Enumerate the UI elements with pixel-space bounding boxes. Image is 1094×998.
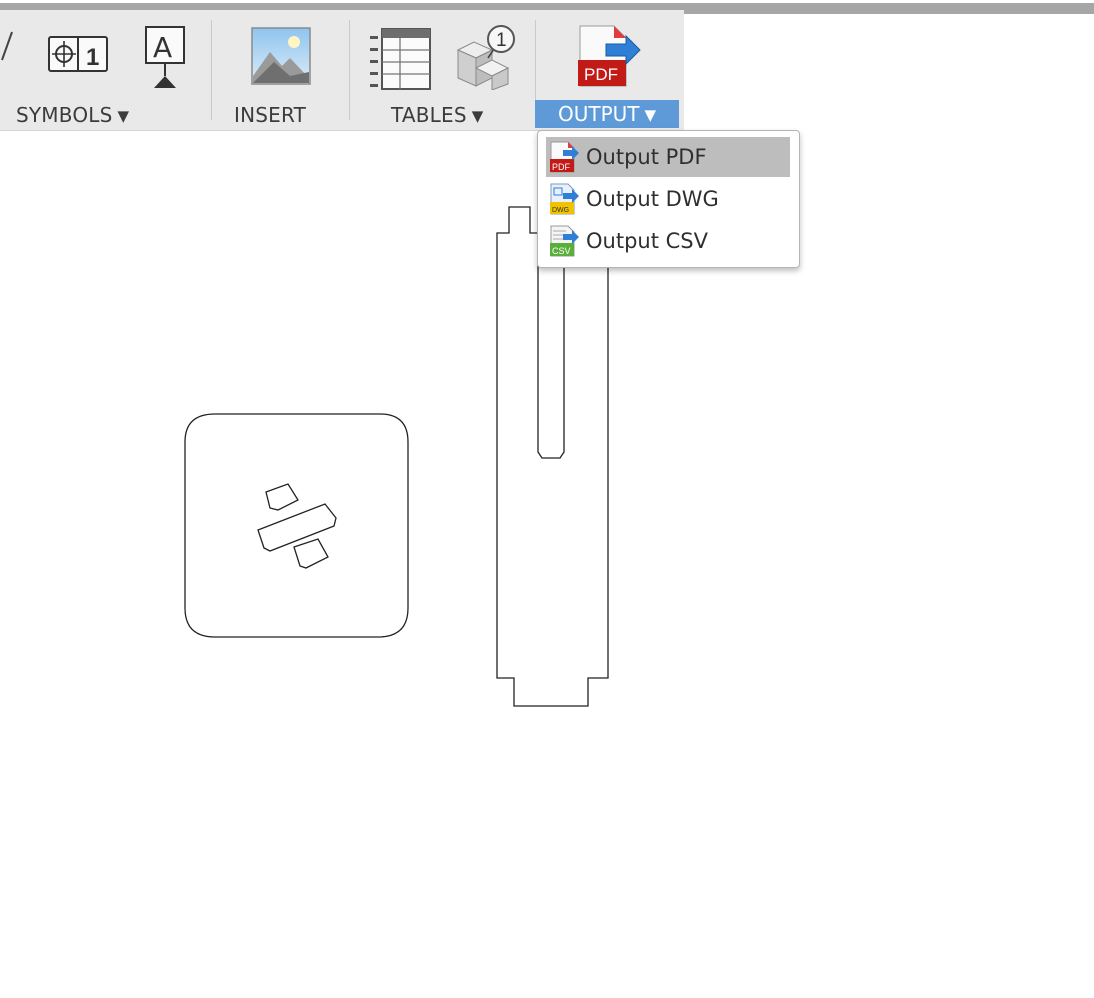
center-slot [257, 503, 337, 552]
menu-item-label: Output CSV [586, 229, 708, 253]
rounded-part-outline [184, 413, 409, 638]
menu-item-output-csv[interactable]: CSV Output CSV [546, 221, 790, 261]
svg-text:DWG: DWG [552, 207, 569, 214]
pdf-icon: PDF [550, 141, 579, 173]
tall-part-outline [496, 206, 609, 707]
menu-item-label: Output PDF [586, 145, 707, 169]
dwg-icon: DWG [550, 183, 579, 215]
lower-tab [293, 538, 329, 569]
output-dropdown-menu: PDF Output PDF DWG Output DWG CSV Output… [537, 130, 800, 268]
csv-icon: CSV [550, 225, 579, 257]
menu-item-output-pdf[interactable]: PDF Output PDF [546, 137, 790, 177]
menu-item-output-dwg[interactable]: DWG Output DWG [546, 179, 790, 219]
svg-text:PDF: PDF [552, 162, 571, 172]
menu-item-label: Output DWG [586, 187, 719, 211]
upper-tab [265, 483, 299, 511]
svg-text:CSV: CSV [552, 246, 571, 256]
